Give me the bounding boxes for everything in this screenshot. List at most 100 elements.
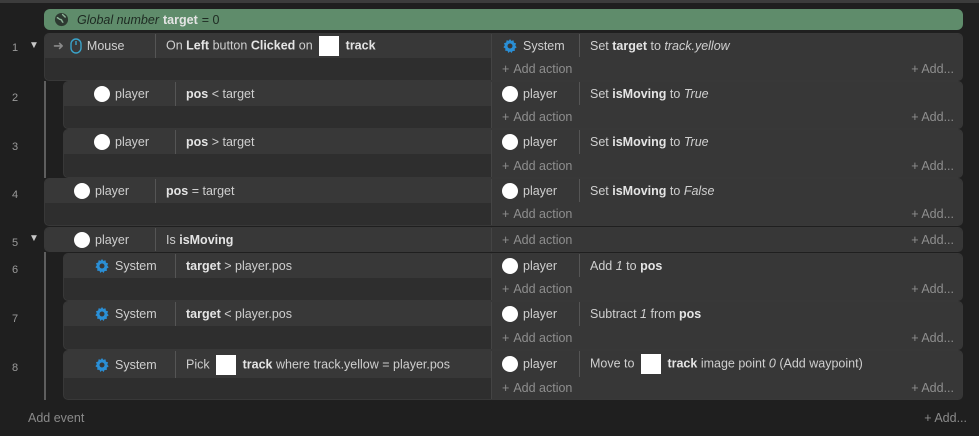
- add-action-link[interactable]: Add action: [513, 331, 572, 345]
- event-block[interactable]: System Pick track where track.yellow = p…: [63, 350, 963, 400]
- condition-text: pos > target: [186, 135, 255, 149]
- action-object: player: [492, 82, 580, 106]
- global-variable-row[interactable]: Global number target = 0: [44, 9, 963, 30]
- object-name: System: [115, 259, 157, 273]
- gear-icon: [94, 306, 110, 322]
- condition[interactable]: player pos = target: [45, 179, 491, 203]
- condition[interactable]: player Is isMoving: [45, 228, 491, 251]
- add-more-link[interactable]: + Add...: [911, 233, 954, 247]
- add-more-link[interactable]: + Add...: [924, 411, 967, 425]
- object-name: player: [95, 233, 130, 247]
- condition-text: pos = target: [166, 184, 235, 198]
- action[interactable]: player Set isMoving to False: [492, 179, 962, 203]
- action[interactable]: player Add 1 to pos: [492, 254, 962, 278]
- event-block[interactable]: System target < player.pos player Subtra…: [63, 301, 963, 350]
- event-block[interactable]: player pos < target player Set isMoving …: [63, 81, 963, 129]
- row-number: 3: [12, 141, 19, 153]
- row-number: 7: [12, 313, 19, 325]
- add-action-link[interactable]: Add action: [513, 233, 572, 247]
- gear-icon: [502, 38, 518, 54]
- action[interactable]: player Set isMoving to True: [492, 82, 962, 106]
- action-text: Set target to track.yellow: [590, 38, 730, 53]
- event-block[interactable]: player Is isMoving + Add action + Add...: [44, 227, 963, 252]
- condition-object: System: [64, 302, 176, 326]
- player-sprite-icon: [502, 257, 518, 274]
- player-sprite-icon: [502, 85, 518, 102]
- object-name: System: [115, 307, 157, 321]
- event-block[interactable]: player pos = target player Set isMoving …: [44, 178, 963, 226]
- condition-object: player: [45, 228, 156, 251]
- plus-icon: +: [502, 109, 510, 124]
- action[interactable]: System Set target to track.yellow: [492, 34, 962, 58]
- action-object: player: [492, 351, 580, 378]
- action-object: player: [492, 302, 580, 326]
- add-more-link[interactable]: + Add...: [911, 207, 954, 221]
- row-number: 4: [12, 189, 19, 201]
- condition[interactable]: ➜ Mouse On Left button Clicked on track: [45, 34, 491, 58]
- add-action-link[interactable]: Add action: [513, 62, 572, 76]
- globe-icon: [54, 12, 69, 27]
- collapse-triangle-icon[interactable]: ▼: [29, 233, 39, 244]
- global-var-value: = 0: [201, 12, 220, 27]
- action-object: player: [492, 130, 580, 154]
- plus-icon: +: [502, 61, 510, 76]
- add-more-link[interactable]: + Add...: [911, 331, 954, 345]
- action-object: player: [492, 254, 580, 278]
- action-text: Move to track image point 0 (Add waypoin…: [580, 354, 863, 375]
- add-action-link[interactable]: Add action: [513, 282, 572, 296]
- event-block[interactable]: ➜ Mouse On Left button Clicked on track: [44, 33, 963, 81]
- top-border: [0, 0, 979, 3]
- condition-object: System: [64, 351, 176, 378]
- add-more-link[interactable]: + Add...: [911, 282, 954, 296]
- add-event-link[interactable]: Add event: [28, 411, 84, 425]
- gear-icon: [94, 258, 110, 274]
- track-swatch: [216, 354, 237, 375]
- player-sprite-icon: [94, 86, 110, 102]
- add-action-link[interactable]: Add action: [513, 381, 572, 395]
- condition[interactable]: System Pick track where track.yellow = p…: [64, 351, 491, 378]
- condition-text: target > player.pos: [186, 259, 292, 273]
- add-more-link[interactable]: + Add...: [911, 110, 954, 124]
- condition[interactable]: player pos < target: [64, 82, 491, 106]
- action[interactable]: player Subtract 1 from pos: [492, 302, 962, 326]
- row-number: 8: [12, 362, 19, 374]
- condition[interactable]: System target < player.pos: [64, 302, 491, 326]
- action-text: Set isMoving to True: [590, 135, 709, 149]
- add-action-link[interactable]: Add action: [513, 207, 572, 221]
- condition[interactable]: System target > player.pos: [64, 254, 491, 278]
- object-name: System: [115, 357, 157, 372]
- add-more-link[interactable]: + Add...: [911, 381, 954, 395]
- condition-text: Pick track where track.yellow = player.p…: [176, 354, 450, 375]
- row-number: 5: [12, 237, 19, 249]
- player-sprite-icon: [502, 306, 518, 322]
- action-object: System: [492, 34, 580, 58]
- subevent-bracket: [44, 81, 46, 178]
- condition-object: player: [64, 130, 176, 154]
- collapse-triangle-icon[interactable]: ▼: [29, 40, 39, 51]
- row-number: 1: [12, 42, 19, 54]
- event-block[interactable]: player pos > target player Set isMoving …: [63, 129, 963, 178]
- trigger-arrow-icon: ➜: [53, 38, 64, 53]
- track-swatch: [640, 354, 661, 375]
- plus-icon: +: [502, 330, 510, 345]
- subevent-bracket: [44, 252, 46, 400]
- action[interactable]: player Set isMoving to True: [492, 130, 962, 154]
- condition[interactable]: player pos > target: [64, 130, 491, 154]
- add-action-link[interactable]: Add action: [513, 159, 572, 173]
- action-text: Add 1 to pos: [590, 258, 663, 273]
- plus-icon: +: [502, 232, 510, 247]
- player-sprite-icon: [94, 134, 110, 150]
- condition-text: Is isMoving: [166, 233, 234, 247]
- event-block[interactable]: System target > player.pos player Add 1 …: [63, 253, 963, 301]
- add-action-link[interactable]: Add action: [513, 110, 572, 124]
- object-name: System: [523, 38, 565, 53]
- condition-text: pos < target: [186, 87, 255, 101]
- add-more-link[interactable]: + Add...: [911, 159, 954, 173]
- row-number: 2: [12, 92, 19, 104]
- action[interactable]: player Move to track image point 0 (Add …: [492, 351, 962, 378]
- player-sprite-icon: [502, 134, 518, 150]
- condition-text: On Left button Clicked on track: [156, 36, 376, 56]
- player-sprite-icon: [74, 183, 90, 199]
- condition-object: System: [64, 254, 176, 278]
- add-more-link[interactable]: + Add...: [911, 62, 954, 76]
